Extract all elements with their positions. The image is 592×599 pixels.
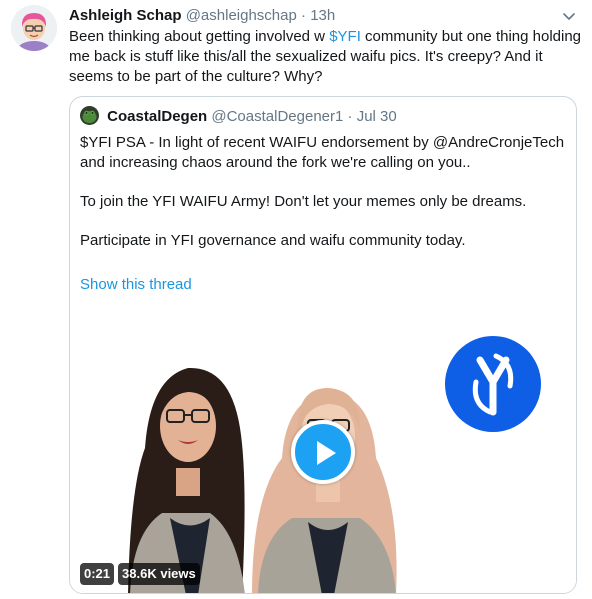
quoted-tweet-header: CoastalDegen @CoastalDegener1 · Jul 30 bbox=[80, 106, 397, 127]
frog-avatar-image bbox=[80, 106, 99, 125]
chevron-down-icon[interactable] bbox=[561, 8, 577, 24]
quoted-date[interactable]: Jul 30 bbox=[357, 108, 397, 125]
quoted-author-name[interactable]: CoastalDegen bbox=[107, 108, 207, 125]
quoted-paragraph-2: To join the YFI WAIFU Army! Don't let yo… bbox=[80, 193, 527, 210]
quoted-tweet-text: $YFI PSA - In light of recent WAIFU endo… bbox=[80, 133, 566, 251]
video-view-count: 38.6K views bbox=[118, 563, 200, 585]
quoted-author-handle[interactable]: @CoastalDegener1 bbox=[211, 108, 343, 125]
play-icon bbox=[317, 441, 336, 465]
yfi-logo-icon bbox=[445, 336, 541, 432]
tweet-text: Been thinking about getting involved w $… bbox=[69, 27, 581, 87]
bitmoji-avatar-image bbox=[11, 5, 57, 51]
tweet-text-start: Been thinking about getting involved w bbox=[69, 28, 330, 45]
video-player[interactable]: 0:21 38.6K views bbox=[70, 308, 576, 593]
author-avatar[interactable] bbox=[11, 5, 57, 51]
author-handle[interactable]: @ashleighschap bbox=[186, 7, 297, 24]
tweet-header: Ashleigh Schap @ashleighschap · 13h bbox=[69, 6, 335, 26]
quoted-paragraph-1: $YFI PSA - In light of recent WAIFU endo… bbox=[80, 134, 565, 171]
play-button[interactable] bbox=[291, 420, 355, 484]
header-separator: · bbox=[301, 7, 307, 24]
cashtag-link[interactable]: $YFI bbox=[329, 28, 361, 45]
quoted-paragraph-3: Participate in YFI governance and waifu … bbox=[80, 232, 466, 249]
quoted-tweet-card[interactable]: CoastalDegen @CoastalDegener1 · Jul 30 $… bbox=[69, 96, 577, 594]
video-badges: 0:21 38.6K views bbox=[80, 563, 200, 585]
author-name[interactable]: Ashleigh Schap bbox=[69, 7, 182, 24]
video-duration: 0:21 bbox=[80, 563, 115, 585]
quoted-author-avatar[interactable] bbox=[80, 106, 99, 125]
quoted-header-separator: · bbox=[347, 108, 353, 125]
show-thread-link[interactable]: Show this thread bbox=[80, 275, 192, 295]
tweet-timestamp[interactable]: 13h bbox=[310, 7, 335, 24]
